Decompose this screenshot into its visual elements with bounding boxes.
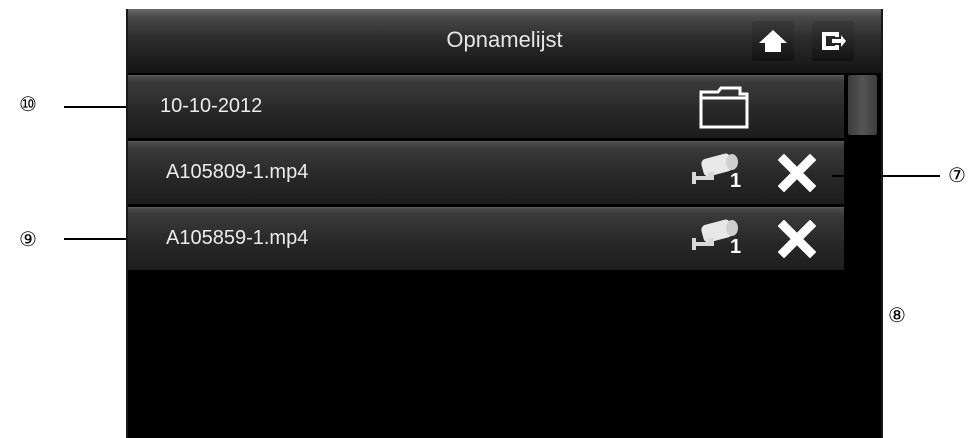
scrollbar-thumb[interactable]: [848, 75, 877, 135]
callout-8-line-vertical: [717, 282, 719, 318]
delete-icon[interactable]: [778, 154, 816, 192]
callout-7-label: ⑦: [948, 163, 966, 187]
callout-10-label: ⑩: [19, 92, 37, 116]
exit-button[interactable]: [812, 21, 854, 61]
scrollbar[interactable]: [844, 75, 881, 438]
file-row[interactable]: A105859-1.mp4 1: [128, 207, 844, 270]
folder-date: 10-10-2012: [160, 95, 263, 117]
callout-7-line: [832, 175, 940, 177]
folder-icon[interactable]: [698, 84, 750, 130]
title-bar: Opnamelijst: [128, 9, 881, 74]
callout-9-label: ⑨: [19, 227, 37, 251]
callout-8-line-horizontal: [717, 316, 881, 318]
camera-number: 1: [730, 170, 742, 192]
manual-figure: Opnamelijst 10-10-2012 A105809-1.mp4 1 A…: [0, 0, 978, 438]
file-row[interactable]: A105809-1.mp4 1: [128, 141, 844, 204]
camera-number: 1: [730, 236, 742, 258]
exit-icon: [822, 32, 846, 50]
delete-icon[interactable]: [778, 220, 816, 258]
file-name: A105809-1.mp4: [166, 161, 309, 183]
callout-10-line: [64, 106, 126, 108]
callout-9-line: [64, 238, 126, 240]
device-screen: Opnamelijst 10-10-2012 A105809-1.mp4 1 A…: [126, 9, 883, 438]
home-button[interactable]: [752, 21, 794, 61]
folder-row[interactable]: 10-10-2012: [128, 75, 844, 138]
file-name: A105859-1.mp4: [166, 227, 309, 249]
home-icon: [759, 30, 787, 52]
callout-8-label: ⑧: [888, 303, 906, 327]
